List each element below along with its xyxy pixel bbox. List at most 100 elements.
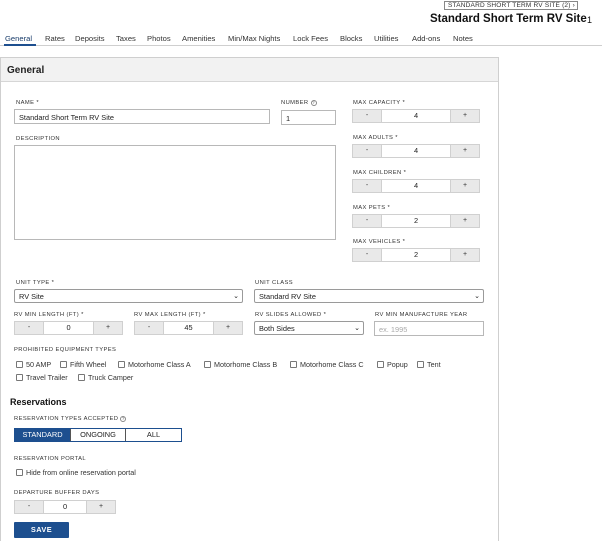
- chevron-down-icon: ⌄: [474, 293, 480, 300]
- decrement-button[interactable]: -: [353, 145, 381, 157]
- increment-button[interactable]: +: [451, 249, 479, 261]
- max-children-stepper: - 4 +: [352, 179, 480, 193]
- rv-max-length-value[interactable]: 45: [163, 322, 214, 334]
- equipment-checkbox[interactable]: Tent: [417, 360, 441, 369]
- equipment-checkbox[interactable]: Fifth Wheel: [60, 360, 106, 369]
- equipment-checkbox[interactable]: Motorhome Class B: [204, 360, 277, 369]
- tab-photos[interactable]: Photos: [147, 34, 171, 43]
- hide-from-portal-checkbox[interactable]: Hide from online reservation portal: [16, 468, 136, 477]
- checkbox-icon: [118, 361, 125, 368]
- checkbox-icon: [60, 361, 67, 368]
- reservation-type-ongoing[interactable]: ONGOING: [70, 429, 125, 441]
- active-tab-indicator: [4, 44, 36, 46]
- tab-lock-fees[interactable]: Lock Fees: [293, 34, 328, 43]
- reservations-heading: Reservations: [10, 397, 67, 407]
- reservation-types-label: RESERVATION TYPES ACCEPTED?: [14, 416, 127, 422]
- departure-buffer-value[interactable]: 0: [43, 501, 87, 513]
- page-title: Standard Short Term RV Site: [430, 13, 587, 25]
- rv-manufacture-year-input[interactable]: ex. 1995: [374, 321, 484, 336]
- equipment-checkbox[interactable]: Popup: [377, 360, 408, 369]
- max-adults-label: MAX ADULTS *: [353, 135, 398, 141]
- decrement-button[interactable]: -: [353, 110, 381, 122]
- max-adults-value[interactable]: 4: [381, 145, 451, 157]
- tab-rates[interactable]: Rates: [45, 34, 65, 43]
- checkbox-icon: [78, 374, 85, 381]
- increment-button[interactable]: +: [451, 110, 479, 122]
- tab-min-max-nights[interactable]: Min/Max Nights: [228, 34, 280, 43]
- increment-button[interactable]: +: [451, 180, 479, 192]
- help-icon[interactable]: ?: [310, 100, 317, 106]
- tab-notes[interactable]: Notes: [453, 34, 473, 43]
- max-adults-stepper: - 4 +: [352, 144, 480, 158]
- departure-buffer-label: DEPARTURE BUFFER DAYS: [14, 490, 100, 496]
- tab-utilities[interactable]: Utilities: [374, 34, 398, 43]
- rv-slides-select[interactable]: Both Sides ⌄: [254, 321, 364, 335]
- panel-title: General: [1, 58, 498, 82]
- checkbox-icon: [417, 361, 424, 368]
- max-vehicles-value[interactable]: 2: [381, 249, 451, 261]
- checkbox-icon: [16, 374, 23, 381]
- max-vehicles-label: MAX VEHICLES *: [353, 239, 406, 245]
- equipment-checkbox[interactable]: Truck Camper: [78, 373, 133, 382]
- decrement-button[interactable]: -: [15, 501, 43, 513]
- reservation-type-standard[interactable]: STANDARD: [15, 429, 70, 441]
- checkbox-icon: [377, 361, 384, 368]
- max-capacity-stepper: - 4 +: [352, 109, 480, 123]
- description-textarea[interactable]: [14, 145, 336, 240]
- unit-class-select[interactable]: Standard RV Site ⌄: [254, 289, 484, 303]
- unit-type-value: RV Site: [19, 292, 44, 301]
- site-switcher-button[interactable]: STANDARD SHORT TERM RV SITE (2) ›: [444, 1, 578, 10]
- increment-button[interactable]: +: [214, 322, 242, 334]
- rv-max-length-label: RV MAX LENGTH (FT) *: [134, 312, 206, 318]
- equipment-checkbox[interactable]: Motorhome Class A: [118, 360, 191, 369]
- rv-manufacture-year-label: RV MIN MANUFACTURE YEAR: [375, 312, 468, 318]
- rv-max-length-stepper: - 45 +: [134, 321, 243, 335]
- increment-button[interactable]: +: [87, 501, 115, 513]
- tab-taxes[interactable]: Taxes: [116, 34, 136, 43]
- decrement-button[interactable]: -: [353, 180, 381, 192]
- tab-general[interactable]: General: [5, 34, 32, 43]
- reservation-types-toggle: STANDARD ONGOING ALL: [14, 428, 182, 442]
- reservation-portal-label: RESERVATION PORTAL: [14, 456, 87, 462]
- chevron-down-icon: ⌄: [354, 325, 360, 332]
- checkbox-icon: [16, 469, 23, 476]
- max-pets-label: MAX PETS *: [353, 205, 391, 211]
- description-label: DESCRIPTION: [16, 136, 61, 142]
- max-pets-value[interactable]: 2: [381, 215, 451, 227]
- tab-deposits[interactable]: Deposits: [75, 34, 105, 43]
- increment-button[interactable]: +: [94, 322, 122, 334]
- decrement-button[interactable]: -: [353, 249, 381, 261]
- unit-type-select[interactable]: RV Site ⌄: [14, 289, 243, 303]
- equipment-checkbox[interactable]: Motorhome Class C: [290, 360, 364, 369]
- unit-class-label: UNIT CLASS: [255, 280, 294, 286]
- increment-button[interactable]: +: [451, 215, 479, 227]
- rv-min-length-value[interactable]: 0: [43, 322, 94, 334]
- decrement-button[interactable]: -: [353, 215, 381, 227]
- max-capacity-value[interactable]: 4: [381, 110, 451, 122]
- name-input[interactable]: Standard Short Term RV Site: [14, 109, 270, 124]
- tab-bar: General Rates Deposits Taxes Photos Amen…: [0, 31, 602, 46]
- prohibited-equipment-label: PROHIBITED EQUIPMENT TYPES: [14, 347, 117, 353]
- tab-add-ons[interactable]: Add-ons: [412, 34, 440, 43]
- tab-amenities[interactable]: Amenities: [182, 34, 215, 43]
- decrement-button[interactable]: -: [15, 322, 43, 334]
- number-label: NUMBER?: [281, 100, 317, 106]
- decrement-button[interactable]: -: [135, 322, 163, 334]
- chevron-down-icon: ⌄: [233, 293, 239, 300]
- help-icon[interactable]: ?: [120, 416, 127, 422]
- save-button[interactable]: SAVE: [14, 522, 69, 538]
- equipment-checkbox[interactable]: 50 AMP: [16, 360, 51, 369]
- checkbox-icon: [16, 361, 23, 368]
- rv-slides-value: Both Sides: [259, 324, 295, 333]
- reservation-type-all[interactable]: ALL: [125, 429, 181, 441]
- rv-min-length-label: RV MIN LENGTH (FT) *: [14, 312, 84, 318]
- unit-type-label: UNIT TYPE *: [16, 280, 55, 286]
- tab-blocks[interactable]: Blocks: [340, 34, 362, 43]
- number-input[interactable]: 1: [281, 110, 336, 125]
- max-vehicles-stepper: - 2 +: [352, 248, 480, 262]
- max-children-value[interactable]: 4: [381, 180, 451, 192]
- name-label: NAME *: [16, 100, 40, 106]
- rv-slides-label: RV SLIDES ALLOWED *: [255, 312, 327, 318]
- equipment-checkbox[interactable]: Travel Trailer: [16, 373, 68, 382]
- increment-button[interactable]: +: [451, 145, 479, 157]
